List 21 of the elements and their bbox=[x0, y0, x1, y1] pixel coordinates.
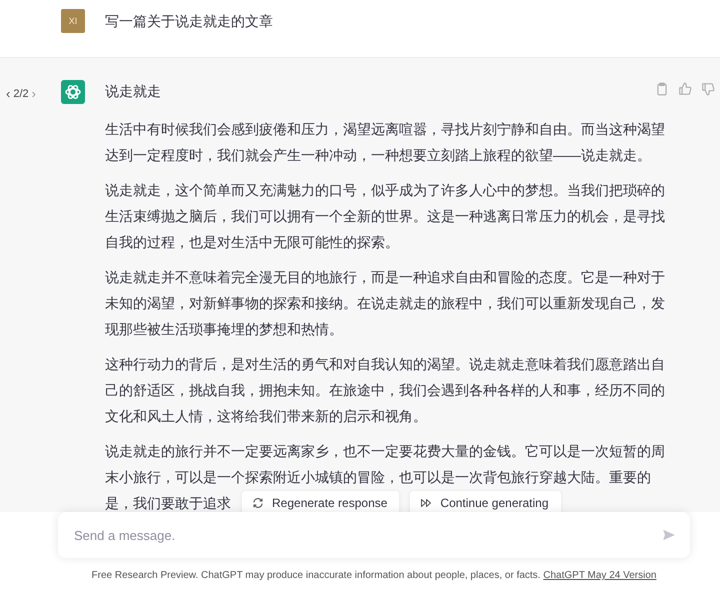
version-link[interactable]: ChatGPT May 24 Version bbox=[543, 570, 656, 581]
fast-forward-icon bbox=[420, 497, 432, 509]
copy-icon[interactable] bbox=[655, 82, 669, 96]
response-paragraph: 生活中有时候我们会感到疲倦和压力，渴望远离喧嚣，寻找片刻宁静和自由。而当这种渴望达到一定程度时，我们就会产生一种冲动，一种想要立刻踏上旅程的欲望——说走就走。 bbox=[105, 120, 666, 165]
user-message: 写一篇关于说走就走的文章 bbox=[105, 12, 273, 30]
page-counter: 2/2 bbox=[13, 88, 29, 100]
thumbs-up-icon[interactable] bbox=[678, 82, 692, 96]
previous-button[interactable]: ‹ bbox=[6, 88, 10, 100]
response-paragraph: 说走就走并不意味着完全漫无目的地旅行，而是一种追求自由和冒险的态度。它是一种对于未知的渴望，对新鲜事物的探索和接纳。在说走就走的旅程中，我们可以重新发现自己，发现那些被生活琐事掩埋的梦想和热情。 bbox=[105, 268, 666, 339]
user-avatar: XI bbox=[61, 9, 85, 33]
response-paragraph: 这种行动力的背后，是对生活的勇气和对自我认知的渴望。说走就走意味着我们愿意踏出自己的舒适区，挑战自我，拥抱未知。在旅途中，我们会遇到各种各样的人和事，经历不同的文化和风土人情，这将给我们带来新的启示和视角。 bbox=[105, 355, 666, 426]
response-paragraph: 说走就走，这个简单而又充满魅力的口号，似乎成为了许多人心中的梦想。当我们把琐碎的生活束缚抛之脑后，我们可以拥有一个全新的世界。这是一种逃离日常压力的机会，是寻找自我的过程，也是对生活中无限可能性的探索。 bbox=[105, 181, 666, 252]
send-icon[interactable] bbox=[662, 528, 676, 542]
response-paragraph: 说走就走的旅行并不一定要远离家乡，也不一定要花费大量的金钱。它可以是一次短暂的周末小旅行，可以是一个探索附近小城镇的冒险，也可以是一次背包旅行穿越大陆。重要的 bbox=[105, 442, 666, 487]
refresh-icon bbox=[252, 497, 264, 509]
message-input[interactable]: Send a message. bbox=[72, 526, 662, 544]
response-title: 说走就走 bbox=[105, 82, 161, 100]
response-paragraph: 是，我们要敢于追求 bbox=[105, 494, 231, 513]
thumbs-down-icon[interactable] bbox=[701, 82, 715, 96]
knot-logo-icon bbox=[61, 80, 85, 104]
disclaimer-text: Free Research Preview. ChatGPT may produce inaccurate information about people, places, or facts. ChatGPT May 24 Version bbox=[90, 569, 658, 583]
